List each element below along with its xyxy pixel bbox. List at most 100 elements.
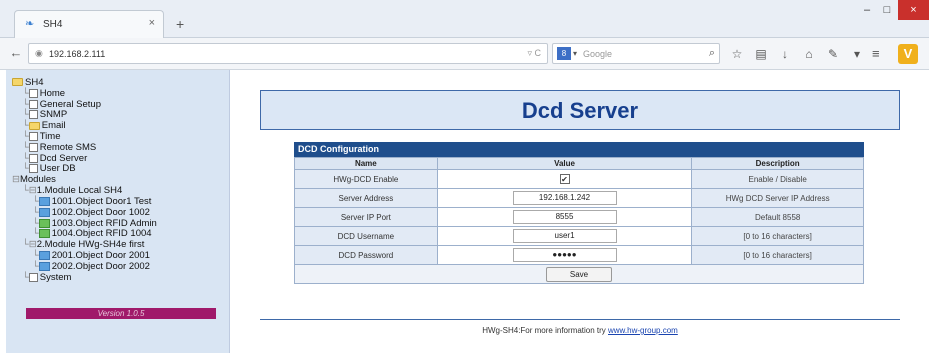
row-value: 8555 xyxy=(436,207,693,227)
version-bar: Version 1.0.5 xyxy=(26,308,216,319)
table-header-row: Name Value Description xyxy=(294,157,864,170)
search-engine-icon[interactable]: 8 xyxy=(557,47,571,60)
tree-item-label: Remote SMS xyxy=(39,141,97,153)
page-icon xyxy=(28,142,38,152)
tree-item[interactable]: └ 2002.Object Door 2002 xyxy=(12,260,157,273)
rfid-object-icon xyxy=(38,229,50,239)
reload-icon[interactable]: ▿ C xyxy=(527,48,541,59)
main-panel: Dcd Server DCD Configuration Name Value … xyxy=(232,70,929,353)
row-value: ✔ xyxy=(436,169,693,189)
table-row: Server IP Port 8555 Default 8558 xyxy=(294,207,864,227)
footer-link[interactable]: www.hw-group.com xyxy=(608,326,678,335)
dcd-enable-checkbox[interactable]: ✔ xyxy=(559,174,570,184)
tree-connector: └ xyxy=(22,109,29,121)
page-content: SH4 └ Home └ General Setup └ SNMP └ Email └ Time └ R… xyxy=(0,70,929,353)
dcd-username-input[interactable]: user1 xyxy=(512,229,617,243)
tree-item[interactable]: └ Dcd Server xyxy=(12,153,157,165)
tree-connector: └ xyxy=(32,228,39,240)
search-input[interactable]: Google xyxy=(583,49,612,59)
table-row: HWg-DCD Enable ✔ Enable / Disable xyxy=(294,169,864,189)
row-description: [0 to 16 characters] xyxy=(691,245,864,265)
tree-connector: └ xyxy=(32,249,39,261)
page-icon xyxy=(28,110,38,120)
back-arrow-icon[interactable]: ← xyxy=(6,43,26,63)
home-icon[interactable]: ⌂ xyxy=(802,46,816,62)
browser-window: ❧ SH4 × + – □ × ← ◉ 192.168.2.111 ▿ C 8 … xyxy=(0,0,929,353)
tree-connector: └ xyxy=(32,217,39,229)
tree-item-label: 1004.Object RFID 1004 xyxy=(51,228,152,240)
tree-item[interactable]: └ System xyxy=(12,271,157,284)
config-header: DCD Configuration xyxy=(294,142,864,157)
page-icon xyxy=(28,153,38,163)
expand-icon[interactable]: ⊟ xyxy=(29,239,37,250)
search-icon[interactable]: ⌕ xyxy=(709,47,715,60)
expand-icon[interactable]: ⊟ xyxy=(12,174,20,185)
close-window-button[interactable]: × xyxy=(898,0,929,20)
sidebar: SH4 └ Home └ General Setup └ SNMP └ Email └ Time └ R… xyxy=(6,70,230,353)
tree-item-label: Email xyxy=(41,120,66,132)
tree-connector: └ xyxy=(32,206,39,218)
browser-tab[interactable]: ❧ SH4 × xyxy=(14,10,164,38)
table-row: DCD Password ●●●●● [0 to 16 characters] xyxy=(294,245,864,265)
save-button[interactable]: Save xyxy=(546,266,612,282)
row-description: Enable / Disable xyxy=(691,169,864,189)
dropdown-icon[interactable]: ▾ xyxy=(850,46,864,62)
tree-item[interactable]: SH4 xyxy=(12,77,157,89)
tools-icon[interactable]: ✎ xyxy=(826,46,840,62)
row-value: 192.168.1.242 xyxy=(436,188,693,208)
page-icon xyxy=(28,272,38,282)
tree-item-label: Modules xyxy=(19,174,56,186)
tree-item-label: Time xyxy=(39,131,61,143)
tab-close-icon[interactable]: × xyxy=(149,17,155,29)
reading-list-icon[interactable]: ▤ xyxy=(754,46,768,62)
search-bar[interactable]: 8 ▾ Google ⌕ xyxy=(552,43,720,64)
tree-connector: └ xyxy=(22,239,29,251)
tree-item-label: 2001.Object Door 2001 xyxy=(51,249,150,261)
tree-item[interactable]: └ Email xyxy=(12,120,157,132)
door-object-icon xyxy=(38,207,50,217)
dcd-config-panel: DCD Configuration Name Value Description… xyxy=(294,142,864,284)
footer: HWg-SH4:For more information try www.hw-… xyxy=(260,326,900,335)
search-engine-dropdown-icon[interactable]: ▾ xyxy=(573,49,577,58)
tree-connector: └ xyxy=(22,98,29,110)
page-icon xyxy=(28,132,38,142)
tree-item-label: User DB xyxy=(39,163,76,175)
tree-item-label: General Setup xyxy=(39,98,101,110)
dcd-password-input[interactable]: ●●●●● xyxy=(512,248,617,262)
minimize-button[interactable]: – xyxy=(858,0,876,20)
tree-connector: └ xyxy=(22,163,29,175)
row-label: HWg-DCD Enable xyxy=(294,169,438,189)
bookmark-star-icon[interactable]: ☆ xyxy=(730,46,744,62)
tree-connector: └ xyxy=(32,260,39,272)
col-name: Name xyxy=(294,157,438,170)
favicon-icon: ❧ xyxy=(25,18,35,30)
footer-text: HWg-SH4:For more information try xyxy=(482,326,608,335)
page-title: Dcd Server xyxy=(521,98,639,123)
save-cell: Save xyxy=(294,264,864,284)
folder-icon xyxy=(12,78,23,87)
tree-item-label: 2.Module HWg-SH4e first xyxy=(36,239,145,251)
address-bar[interactable]: ◉ 192.168.2.111 ▿ C xyxy=(28,43,548,64)
tree-item[interactable]: └ SNMP xyxy=(12,110,157,121)
tree-item-label: System xyxy=(39,271,72,283)
menu-icon[interactable]: ≡ xyxy=(872,46,880,61)
tree-connector: └ xyxy=(22,185,29,197)
row-label: Server IP Port xyxy=(294,207,438,227)
download-icon[interactable]: ↓ xyxy=(778,46,792,62)
tree-item-label: 1003.Object RFID Admin xyxy=(51,217,157,229)
addon-icon[interactable]: V xyxy=(898,44,918,64)
door-object-icon xyxy=(38,250,50,260)
server-port-input[interactable]: 8555 xyxy=(512,210,617,224)
new-tab-button[interactable]: + xyxy=(176,16,184,32)
tree-item[interactable]: └ General Setup xyxy=(12,98,157,111)
page-icon xyxy=(28,164,38,174)
maximize-button[interactable]: □ xyxy=(878,0,896,20)
expand-icon[interactable]: ⊟ xyxy=(29,185,37,196)
tree-item-label: SH4 xyxy=(25,77,44,88)
row-description: Default 8558 xyxy=(691,207,864,227)
server-address-input[interactable]: 192.168.1.242 xyxy=(512,191,617,205)
row-description: HWg DCD Server IP Address xyxy=(691,188,864,208)
tree-connector: └ xyxy=(22,131,29,143)
config-table: Name Value Description HWg-DCD Enable ✔ … xyxy=(294,157,864,284)
table-row: Server Address 192.168.1.242 HWg DCD Ser… xyxy=(294,188,864,208)
